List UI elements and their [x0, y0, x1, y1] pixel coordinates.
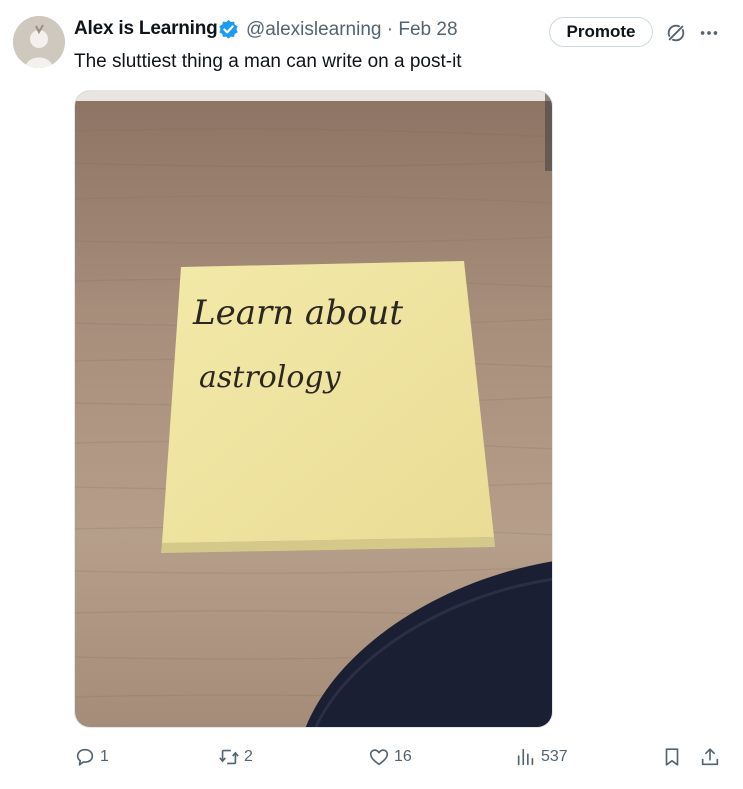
more-options-icon[interactable]: [698, 22, 720, 44]
bookmark-button[interactable]: [661, 744, 683, 770]
tweet-date[interactable]: Feb 28: [398, 19, 457, 40]
bookmark-icon: [665, 748, 679, 766]
reply-button[interactable]: 1: [74, 744, 109, 770]
like-button[interactable]: 16: [368, 744, 412, 770]
share-button[interactable]: [699, 744, 721, 770]
like-icon: [369, 749, 389, 766]
retweet-count: 2: [244, 748, 253, 765]
reply-icon: [76, 748, 94, 766]
avatar[interactable]: [13, 16, 65, 68]
note-line-1: Learn about: [192, 293, 403, 333]
tweet-text: The sluttiest thing a man can write on a…: [74, 51, 462, 72]
tweet-photo[interactable]: Learn about astrology: [74, 90, 553, 728]
separator: ·: [386, 19, 394, 40]
share-icon: [701, 748, 719, 766]
author-handle-and-date: @alexislearning · Feb 28: [246, 19, 458, 41]
retweet-icon: [219, 749, 239, 765]
views-count: 537: [541, 748, 568, 765]
promote-button[interactable]: Promote: [549, 17, 653, 47]
views-button[interactable]: 537: [515, 744, 568, 770]
views-icon: [517, 748, 534, 766]
like-count: 16: [394, 748, 412, 765]
grok-icon[interactable]: [665, 22, 687, 44]
verified-badge-icon: [219, 19, 238, 39]
action-bar: 1 2 16 537: [0, 744, 743, 772]
reply-count: 1: [100, 748, 109, 765]
author-handle[interactable]: @alexislearning: [246, 19, 381, 40]
retweet-button[interactable]: 2: [218, 744, 253, 770]
author-name[interactable]: Alex is Learning: [74, 18, 218, 40]
note-line-2: astrology: [199, 360, 342, 395]
